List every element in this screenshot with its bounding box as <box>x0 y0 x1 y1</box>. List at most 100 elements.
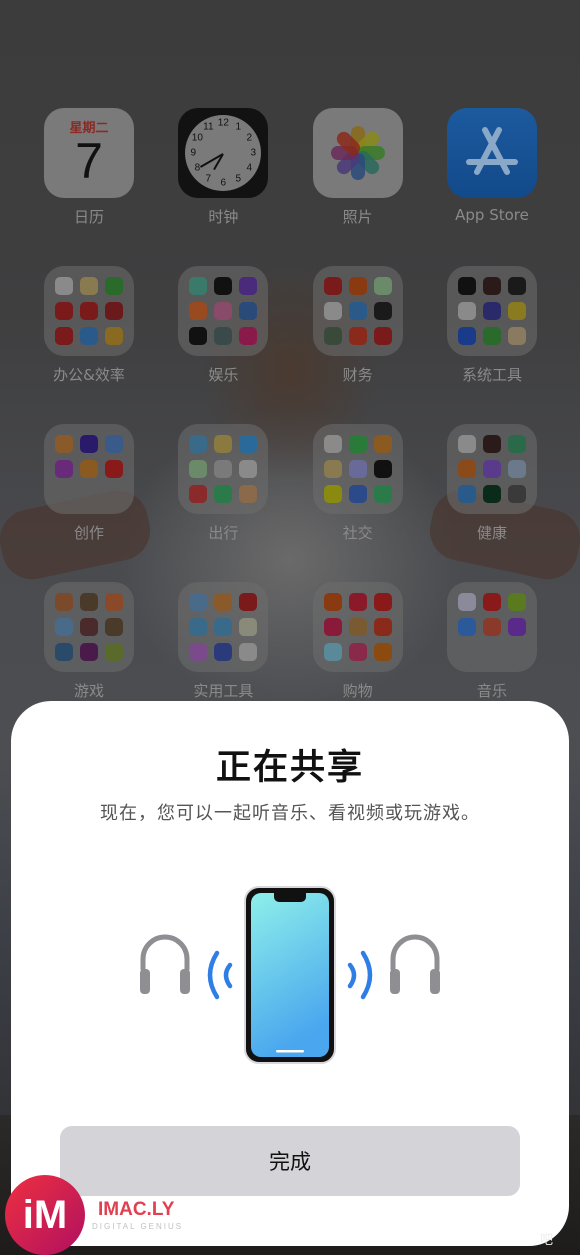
mini-app-icon <box>189 460 208 478</box>
mini-app-icon <box>348 302 367 320</box>
folder-preview <box>55 593 123 661</box>
mini-app-icon <box>105 643 123 661</box>
folder-icon[interactable] <box>178 266 269 356</box>
folder-icon[interactable] <box>44 582 134 672</box>
app-photos[interactable]: 照片 <box>300 108 416 228</box>
mini-app-icon <box>348 618 367 636</box>
mini-app-icon <box>373 460 392 478</box>
mini-app-icon <box>55 277 73 295</box>
app-label: 娱乐 <box>208 366 239 384</box>
headphones-icon <box>390 934 440 994</box>
app-calendar[interactable]: 星期二 7 日历 <box>31 108 147 228</box>
app-label: 创作 <box>73 524 104 542</box>
folder-preview <box>189 435 258 503</box>
folder-preview <box>457 277 526 345</box>
mini-app-icon <box>507 485 526 503</box>
folder-icon[interactable] <box>446 266 537 356</box>
mini-app-icon <box>105 593 123 611</box>
calendar-icon[interactable]: 星期二 7 <box>44 108 134 198</box>
app-label: 照片 <box>342 208 373 226</box>
folder-entertainment[interactable]: 娱乐 <box>165 266 281 386</box>
clock-numeral: 7 <box>205 173 212 185</box>
home-row: 游戏 实用工具 购物 音乐 <box>0 582 580 702</box>
clock-numeral: 1 <box>235 121 242 133</box>
folder-icon[interactable] <box>44 266 134 356</box>
mini-app-icon <box>239 327 258 345</box>
mini-app-icon <box>507 593 526 611</box>
folder-games[interactable]: 游戏 <box>31 582 147 702</box>
mini-app-icon <box>55 435 73 453</box>
app-clock[interactable]: 1 2 3 4 5 6 7 8 9 10 11 12 时钟 <box>165 108 281 228</box>
mini-app-icon <box>55 618 73 636</box>
wave-left-icon <box>207 950 233 1000</box>
mini-app-icon <box>323 618 342 636</box>
folder-creation[interactable]: 创作 <box>31 424 147 544</box>
clock-numeral: 10 <box>191 132 203 144</box>
mini-app-icon <box>105 277 123 295</box>
app-store-icon[interactable] <box>446 108 537 198</box>
app-label: App Store <box>455 206 529 224</box>
mini-app-icon <box>348 277 367 295</box>
clock-icon[interactable]: 1 2 3 4 5 6 7 8 9 10 11 12 <box>178 108 269 198</box>
headphones-icon <box>140 934 190 994</box>
app-label: 日历 <box>73 208 104 226</box>
mini-app-icon <box>373 327 392 345</box>
folder-preview <box>323 435 392 503</box>
folder-travel[interactable]: 出行 <box>165 424 281 544</box>
mini-app-icon <box>507 435 526 453</box>
mini-app-icon <box>80 593 98 611</box>
done-button[interactable]: 完成 <box>60 1126 520 1196</box>
folder-shopping[interactable]: 购物 <box>300 582 416 702</box>
photos-icon[interactable] <box>312 108 403 198</box>
mini-app-icon <box>348 435 367 453</box>
mini-app-icon <box>507 327 526 345</box>
home-row: 创作 出行 社交 健康 <box>0 424 580 544</box>
folder-icon[interactable] <box>312 582 403 672</box>
watermark-brand: IMAC.LY <box>98 1199 175 1220</box>
watermark-right-text: 吧 <box>540 1233 554 1248</box>
folder-music[interactable]: 音乐 <box>434 582 550 702</box>
folder-social[interactable]: 社交 <box>300 424 416 544</box>
mini-app-icon <box>80 435 98 453</box>
mini-app-icon <box>457 302 476 320</box>
folder-icon[interactable] <box>44 424 134 514</box>
mini-app-icon <box>323 593 342 611</box>
mini-app-icon <box>239 435 258 453</box>
folder-icon[interactable] <box>178 582 269 672</box>
folder-icon[interactable] <box>312 266 403 356</box>
folder-utilities[interactable]: 实用工具 <box>165 582 281 702</box>
mini-app-icon <box>457 277 476 295</box>
folder-icon[interactable] <box>178 424 269 514</box>
mini-app-icon <box>348 593 367 611</box>
mini-app-icon <box>239 593 258 611</box>
folder-system-tools[interactable]: 系统工具 <box>434 266 550 386</box>
mini-app-icon <box>482 302 501 320</box>
mini-app-icon <box>214 593 233 611</box>
mini-app-icon <box>214 460 233 478</box>
folder-icon[interactable] <box>446 424 537 514</box>
mini-app-icon <box>55 460 73 478</box>
home-row: 星期二 7 日历 1 2 3 4 5 6 7 8 9 10 11 12 时钟 照片 App Store <box>0 108 580 228</box>
mini-app-icon <box>457 327 476 345</box>
app-app-store[interactable]: App Store <box>434 108 550 228</box>
mini-app-icon <box>457 618 476 636</box>
mini-app-icon <box>323 435 342 453</box>
mini-app-icon <box>482 485 501 503</box>
mini-app-icon <box>189 277 208 295</box>
mini-app-icon <box>239 302 258 320</box>
folder-health[interactable]: 健康 <box>434 424 550 544</box>
mini-app-icon <box>373 277 392 295</box>
folder-preview <box>189 593 258 661</box>
app-label: 音乐 <box>476 682 507 700</box>
mini-app-icon <box>482 618 501 636</box>
mini-app-icon <box>239 485 258 503</box>
folder-preview <box>457 435 526 503</box>
folder-icon[interactable] <box>312 424 403 514</box>
mini-app-icon <box>373 485 392 503</box>
folder-finance[interactable]: 财务 <box>300 266 416 386</box>
mini-app-icon <box>482 593 501 611</box>
mini-app-icon <box>323 643 342 661</box>
mini-app-icon <box>457 460 476 478</box>
folder-icon[interactable] <box>446 582 537 672</box>
folder-office[interactable]: 办公&效率 <box>31 266 147 386</box>
